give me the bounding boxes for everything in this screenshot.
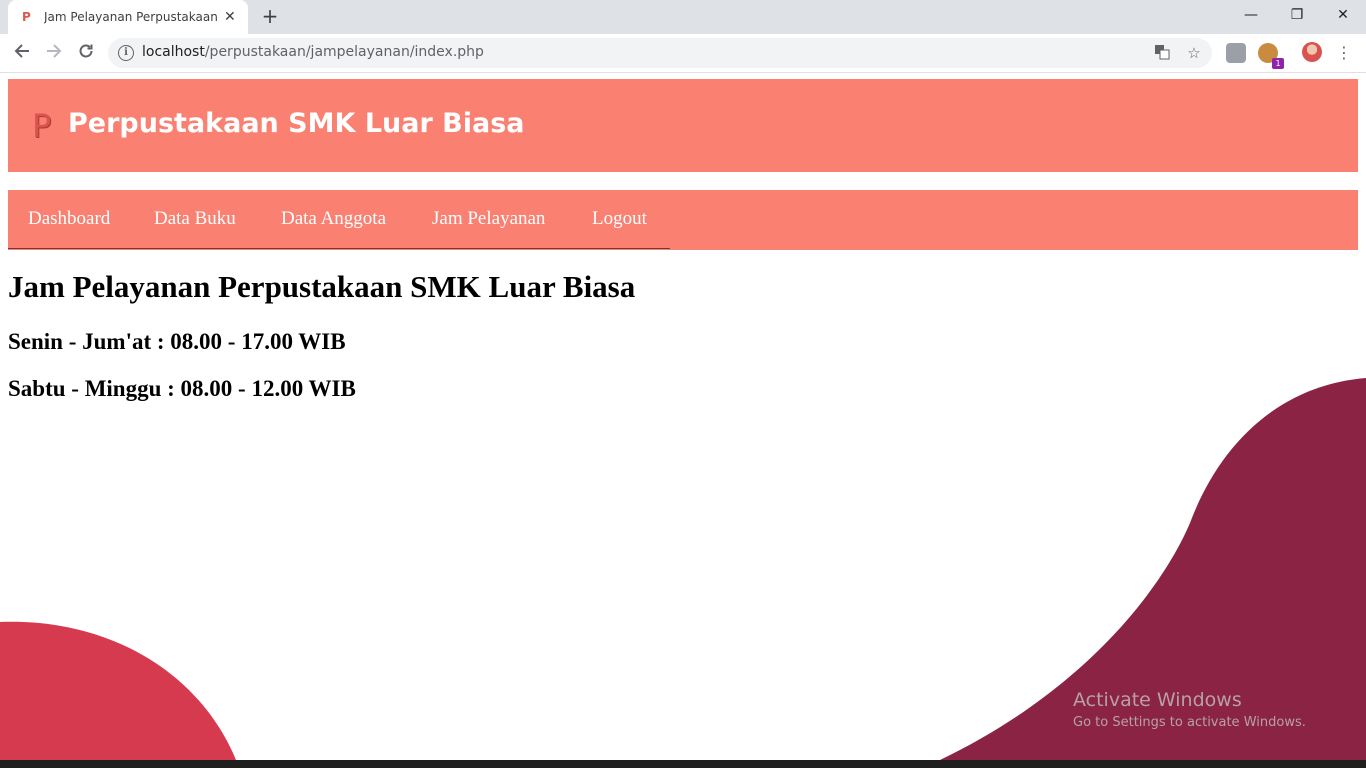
background-blobs <box>0 378 1366 760</box>
forward-arrow-icon[interactable] <box>42 42 66 64</box>
minimize-icon[interactable]: — <box>1228 0 1274 30</box>
page-title: Jam Pelayanan Perpustakaan SMK Luar Bias… <box>8 269 636 304</box>
extension-icon[interactable] <box>1226 43 1246 63</box>
site-title: Perpustakaan SMK Luar Biasa <box>68 108 525 139</box>
profile-avatar[interactable] <box>1302 42 1322 62</box>
left-circle-shape <box>0 621 236 760</box>
nav-data-anggota[interactable]: Data Anggota <box>281 208 386 230</box>
restore-icon[interactable]: ❐ <box>1274 0 1320 30</box>
nav-underline <box>8 248 670 249</box>
nav-data-buku[interactable]: Data Buku <box>154 208 236 230</box>
taskbar <box>0 760 1366 768</box>
logo-icon: P <box>32 107 52 145</box>
nav-logout[interactable]: Logout <box>592 208 647 230</box>
url-text: localhost/perpustakaan/jampelayanan/inde… <box>142 44 484 60</box>
extension-cookie-icon[interactable]: 1 <box>1258 43 1284 69</box>
main-nav: Dashboard Data Buku Data Anggota Jam Pel… <box>8 190 1358 250</box>
browser-toolbar: i localhost/perpustakaan/jampelayanan/in… <box>0 34 1366 73</box>
site-header: P Perpustakaan SMK Luar Biasa <box>8 79 1358 172</box>
new-tab-icon[interactable]: + <box>260 4 280 28</box>
browser-tab-bar: P Jam Pelayanan Perpustakaan SMK Luar Bi… <box>0 0 1366 34</box>
info-icon[interactable]: i <box>118 45 134 61</box>
menu-dots-icon[interactable]: ⋮ <box>1336 42 1352 64</box>
address-bar[interactable]: i localhost/perpustakaan/jampelayanan/in… <box>108 38 1212 68</box>
page-viewport: P Perpustakaan SMK Luar Biasa Dashboard … <box>0 73 1366 760</box>
close-tab-icon[interactable]: ✕ <box>224 9 236 25</box>
tab-title: Jam Pelayanan Perpustakaan SMK Luar Bias… <box>44 10 220 24</box>
browser-tab[interactable]: P Jam Pelayanan Perpustakaan SMK Luar Bi… <box>8 0 248 34</box>
translate-icon[interactable] <box>1152 44 1172 62</box>
tab-favicon: P <box>22 10 31 24</box>
extension-badge: 1 <box>1272 58 1284 69</box>
window-close-icon[interactable]: ✕ <box>1320 0 1366 30</box>
nav-jam-pelayanan[interactable]: Jam Pelayanan <box>432 208 545 230</box>
hours-weekend: Sabtu - Minggu : 08.00 - 12.00 WIB <box>8 376 356 401</box>
hours-weekday: Senin - Jum'at : 08.00 - 17.00 WIB <box>8 329 346 354</box>
url-host: localhost <box>142 44 205 60</box>
back-arrow-icon[interactable] <box>10 42 34 64</box>
activate-windows-title: Activate Windows <box>1073 689 1242 711</box>
url-path: /perpustakaan/jampelayanan/index.php <box>204 44 484 60</box>
nav-dashboard[interactable]: Dashboard <box>28 208 110 230</box>
reload-icon[interactable] <box>74 42 98 64</box>
activate-windows-subtitle: Go to Settings to activate Windows. <box>1073 715 1306 730</box>
star-icon[interactable]: ☆ <box>1184 44 1204 62</box>
